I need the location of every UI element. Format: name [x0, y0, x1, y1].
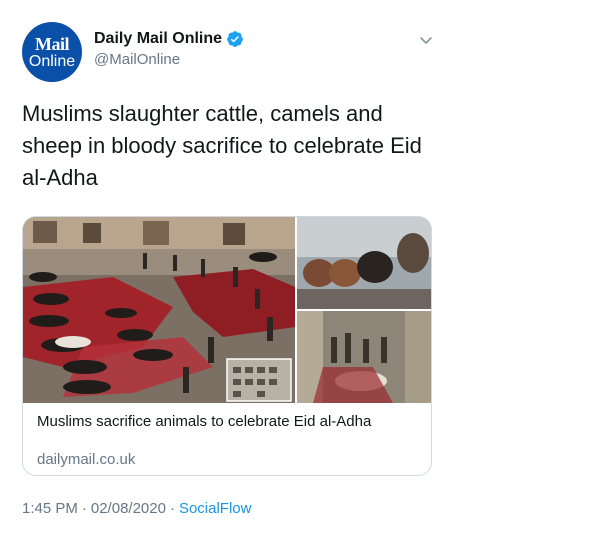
avatar[interactable]: Mail Online — [22, 22, 82, 82]
tweet: Mail Online Daily Mail Online @MailOnlin… — [0, 0, 608, 533]
verified-badge-icon — [227, 31, 243, 47]
meta-separator: · — [81, 500, 87, 517]
display-name[interactable]: Daily Mail Online — [94, 30, 222, 48]
tweet-text: Muslims slaughter cattle, camels and she… — [22, 101, 422, 190]
chevron-down-icon[interactable] — [418, 32, 434, 48]
tweet-date[interactable]: 02/08/2020 — [91, 500, 166, 517]
meta-separator: · — [169, 500, 175, 517]
tweet-metadata: 1:45 PM · 02/08/2020 · SocialFlow — [22, 500, 251, 517]
avatar-wordmark-bottom: Online — [28, 52, 76, 70]
card-photo-collage — [23, 217, 431, 403]
link-card[interactable]: Muslims sacrifice animals to celebrate E… — [22, 216, 432, 476]
card-title: Muslims sacrifice animals to celebrate E… — [37, 413, 372, 430]
source-link[interactable]: SocialFlow — [179, 500, 252, 517]
card-domain: dailymail.co.uk — [37, 451, 136, 468]
author-name-row: Daily Mail Online — [94, 30, 244, 48]
handle[interactable]: @MailOnline — [94, 51, 180, 68]
avatar-wordmark-top: Mail — [35, 33, 70, 54]
tweet-time[interactable]: 1:45 PM — [22, 500, 78, 517]
